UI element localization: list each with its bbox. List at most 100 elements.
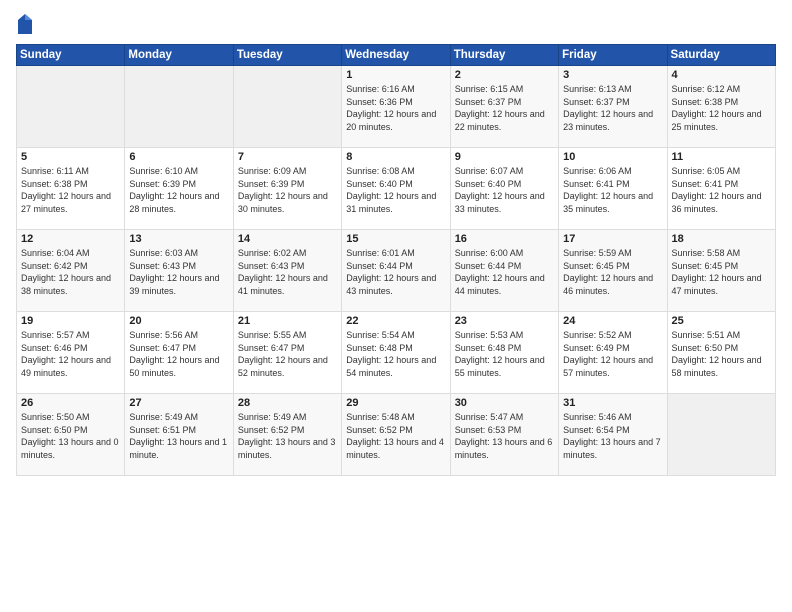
day-number: 30 <box>455 397 554 409</box>
day-info: Sunrise: 5:59 AMSunset: 6:45 PMDaylight:… <box>563 247 662 297</box>
day-info: Sunrise: 6:15 AMSunset: 6:37 PMDaylight:… <box>455 83 554 133</box>
day-number: 23 <box>455 315 554 327</box>
day-info: Sunrise: 5:49 AMSunset: 6:51 PMDaylight:… <box>129 411 228 461</box>
day-info: Sunrise: 6:11 AMSunset: 6:38 PMDaylight:… <box>21 165 120 215</box>
calendar-cell: 28 Sunrise: 5:49 AMSunset: 6:52 PMDayligh… <box>233 394 341 476</box>
calendar-cell <box>125 66 233 148</box>
day-info: Sunrise: 6:02 AMSunset: 6:43 PMDaylight:… <box>238 247 337 297</box>
day-info: Sunrise: 6:00 AMSunset: 6:44 PMDaylight:… <box>455 247 554 297</box>
calendar-cell: 26Sunrise: 5:50 AMSunset: 6:50 PMDayligh… <box>17 394 125 476</box>
day-number: 17 <box>563 233 662 245</box>
calendar: SundayMondayTuesdayWednesdayThursdayFrid… <box>16 44 776 476</box>
day-number: 31 <box>563 397 662 409</box>
day-number: 13 <box>129 233 228 245</box>
calendar-cell: 2 Sunrise: 6:15 AMSunset: 6:37 PMDaylight… <box>450 66 558 148</box>
calendar-cell: 5 Sunrise: 6:11 AMSunset: 6:38 PMDaylight… <box>17 148 125 230</box>
calendar-week-row: 1 Sunrise: 6:16 AMSunset: 6:36 PMDaylight… <box>17 66 776 148</box>
day-number: 5 <box>21 151 120 163</box>
day-number: 21 <box>238 315 337 327</box>
calendar-cell: 12 Sunrise: 6:04 AMSunset: 6:42 PMDayligh… <box>17 230 125 312</box>
calendar-cell: 4 Sunrise: 6:12 AMSunset: 6:38 PMDaylight… <box>667 66 775 148</box>
day-info: Sunrise: 5:49 AMSunset: 6:52 PMDaylight:… <box>238 411 337 461</box>
day-number: 29 <box>346 397 445 409</box>
day-info: Sunrise: 6:01 AMSunset: 6:44 PMDaylight:… <box>346 247 445 297</box>
day-number: 18 <box>672 233 771 245</box>
calendar-cell: 22 Sunrise: 5:54 AMSunset: 6:48 PMDayligh… <box>342 312 450 394</box>
calendar-cell: 24Sunrise: 5:52 AMSunset: 6:49 PMDayligh… <box>559 312 667 394</box>
calendar-cell: 19 Sunrise: 5:57 AMSunset: 6:46 PMDayligh… <box>17 312 125 394</box>
calendar-cell: 29 Sunrise: 5:48 AMSunset: 6:52 PMDayligh… <box>342 394 450 476</box>
day-number: 10 <box>563 151 662 163</box>
day-info: Sunrise: 6:10 AMSunset: 6:39 PMDaylight:… <box>129 165 228 215</box>
day-number: 8 <box>346 151 445 163</box>
calendar-cell: 21 Sunrise: 5:55 AMSunset: 6:47 PMDayligh… <box>233 312 341 394</box>
day-info: Sunrise: 6:12 AMSunset: 6:38 PMDaylight:… <box>672 83 771 133</box>
calendar-cell: 18 Sunrise: 5:58 AMSunset: 6:45 PMDayligh… <box>667 230 775 312</box>
day-number: 7 <box>238 151 337 163</box>
calendar-header-row: SundayMondayTuesdayWednesdayThursdayFrid… <box>17 45 776 66</box>
calendar-cell: 1 Sunrise: 6:16 AMSunset: 6:36 PMDaylight… <box>342 66 450 148</box>
weekday-header: Sunday <box>17 45 125 66</box>
day-number: 15 <box>346 233 445 245</box>
day-info: Sunrise: 6:04 AMSunset: 6:42 PMDaylight:… <box>21 247 120 297</box>
calendar-cell: 7Sunrise: 6:09 AMSunset: 6:39 PMDaylight… <box>233 148 341 230</box>
day-number: 11 <box>672 151 771 163</box>
day-number: 6 <box>129 151 228 163</box>
day-info: Sunrise: 6:13 AMSunset: 6:37 PMDaylight:… <box>563 83 662 133</box>
weekday-header: Saturday <box>667 45 775 66</box>
calendar-cell: 14 Sunrise: 6:02 AMSunset: 6:43 PMDayligh… <box>233 230 341 312</box>
day-number: 2 <box>455 69 554 81</box>
day-number: 12 <box>21 233 120 245</box>
day-info: Sunrise: 6:05 AMSunset: 6:41 PMDaylight:… <box>672 165 771 215</box>
calendar-cell: 8Sunrise: 6:08 AMSunset: 6:40 PMDaylight… <box>342 148 450 230</box>
calendar-cell: 10 Sunrise: 6:06 AMSunset: 6:41 PMDayligh… <box>559 148 667 230</box>
logo <box>16 12 36 36</box>
day-number: 1 <box>346 69 445 81</box>
calendar-cell: 23 Sunrise: 5:53 AMSunset: 6:48 PMDayligh… <box>450 312 558 394</box>
day-info: Sunrise: 5:47 AMSunset: 6:53 PMDaylight:… <box>455 411 554 461</box>
day-info: Sunrise: 5:51 AMSunset: 6:50 PMDaylight:… <box>672 329 771 379</box>
page: SundayMondayTuesdayWednesdayThursdayFrid… <box>0 0 792 612</box>
day-info: Sunrise: 5:58 AMSunset: 6:45 PMDaylight:… <box>672 247 771 297</box>
calendar-cell: 20 Sunrise: 5:56 AMSunset: 6:47 PMDayligh… <box>125 312 233 394</box>
calendar-week-row: 12 Sunrise: 6:04 AMSunset: 6:42 PMDayligh… <box>17 230 776 312</box>
calendar-week-row: 19 Sunrise: 5:57 AMSunset: 6:46 PMDayligh… <box>17 312 776 394</box>
day-info: Sunrise: 6:06 AMSunset: 6:41 PMDaylight:… <box>563 165 662 215</box>
calendar-cell: 13Sunrise: 6:03 AMSunset: 6:43 PMDayligh… <box>125 230 233 312</box>
day-number: 20 <box>129 315 228 327</box>
weekday-header: Wednesday <box>342 45 450 66</box>
day-info: Sunrise: 5:57 AMSunset: 6:46 PMDaylight:… <box>21 329 120 379</box>
day-info: Sunrise: 5:55 AMSunset: 6:47 PMDaylight:… <box>238 329 337 379</box>
header <box>16 12 776 36</box>
calendar-week-row: 5 Sunrise: 6:11 AMSunset: 6:38 PMDaylight… <box>17 148 776 230</box>
day-info: Sunrise: 6:07 AMSunset: 6:40 PMDaylight:… <box>455 165 554 215</box>
day-number: 22 <box>346 315 445 327</box>
calendar-cell: 30 Sunrise: 5:47 AMSunset: 6:53 PMDayligh… <box>450 394 558 476</box>
day-info: Sunrise: 5:56 AMSunset: 6:47 PMDaylight:… <box>129 329 228 379</box>
calendar-cell: 15 Sunrise: 6:01 AMSunset: 6:44 PMDayligh… <box>342 230 450 312</box>
calendar-cell: 17 Sunrise: 5:59 AMSunset: 6:45 PMDayligh… <box>559 230 667 312</box>
day-number: 3 <box>563 69 662 81</box>
day-info: Sunrise: 5:46 AMSunset: 6:54 PMDaylight:… <box>563 411 662 461</box>
calendar-cell: 27Sunrise: 5:49 AMSunset: 6:51 PMDayligh… <box>125 394 233 476</box>
day-number: 24 <box>563 315 662 327</box>
day-info: Sunrise: 6:16 AMSunset: 6:36 PMDaylight:… <box>346 83 445 133</box>
day-number: 14 <box>238 233 337 245</box>
day-number: 4 <box>672 69 771 81</box>
calendar-cell <box>233 66 341 148</box>
day-info: Sunrise: 5:53 AMSunset: 6:48 PMDaylight:… <box>455 329 554 379</box>
day-number: 25 <box>672 315 771 327</box>
calendar-cell: 25 Sunrise: 5:51 AMSunset: 6:50 PMDayligh… <box>667 312 775 394</box>
calendar-cell: 11 Sunrise: 6:05 AMSunset: 6:41 PMDayligh… <box>667 148 775 230</box>
day-number: 9 <box>455 151 554 163</box>
day-info: Sunrise: 5:48 AMSunset: 6:52 PMDaylight:… <box>346 411 445 461</box>
day-info: Sunrise: 5:54 AMSunset: 6:48 PMDaylight:… <box>346 329 445 379</box>
day-number: 28 <box>238 397 337 409</box>
day-number: 19 <box>21 315 120 327</box>
calendar-cell <box>17 66 125 148</box>
weekday-header: Tuesday <box>233 45 341 66</box>
calendar-cell: 6 Sunrise: 6:10 AMSunset: 6:39 PMDaylight… <box>125 148 233 230</box>
weekday-header: Thursday <box>450 45 558 66</box>
weekday-header: Monday <box>125 45 233 66</box>
calendar-cell: 31 Sunrise: 5:46 AMSunset: 6:54 PMDayligh… <box>559 394 667 476</box>
